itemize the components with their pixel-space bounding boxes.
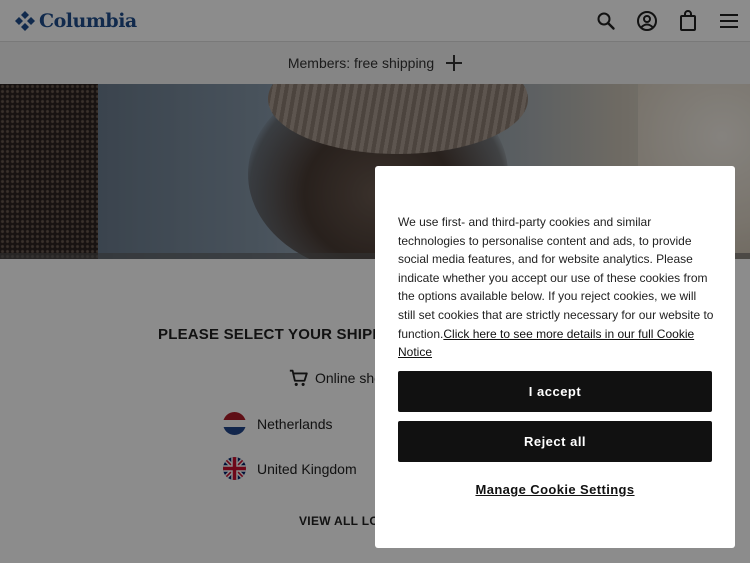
cookie-consent-dialog: We use first- and third-party cookies an…: [375, 166, 735, 548]
cookie-notice-text: We use first- and third-party cookies an…: [398, 213, 716, 362]
manage-cookie-settings-link[interactable]: Manage Cookie Settings: [375, 482, 735, 497]
accept-cookies-button[interactable]: I accept: [398, 371, 712, 412]
cookie-body: We use first- and third-party cookies an…: [398, 215, 714, 341]
cookie-notice-link[interactable]: Click here to see more details in our fu…: [398, 327, 694, 360]
reject-all-button[interactable]: Reject all: [398, 421, 712, 462]
